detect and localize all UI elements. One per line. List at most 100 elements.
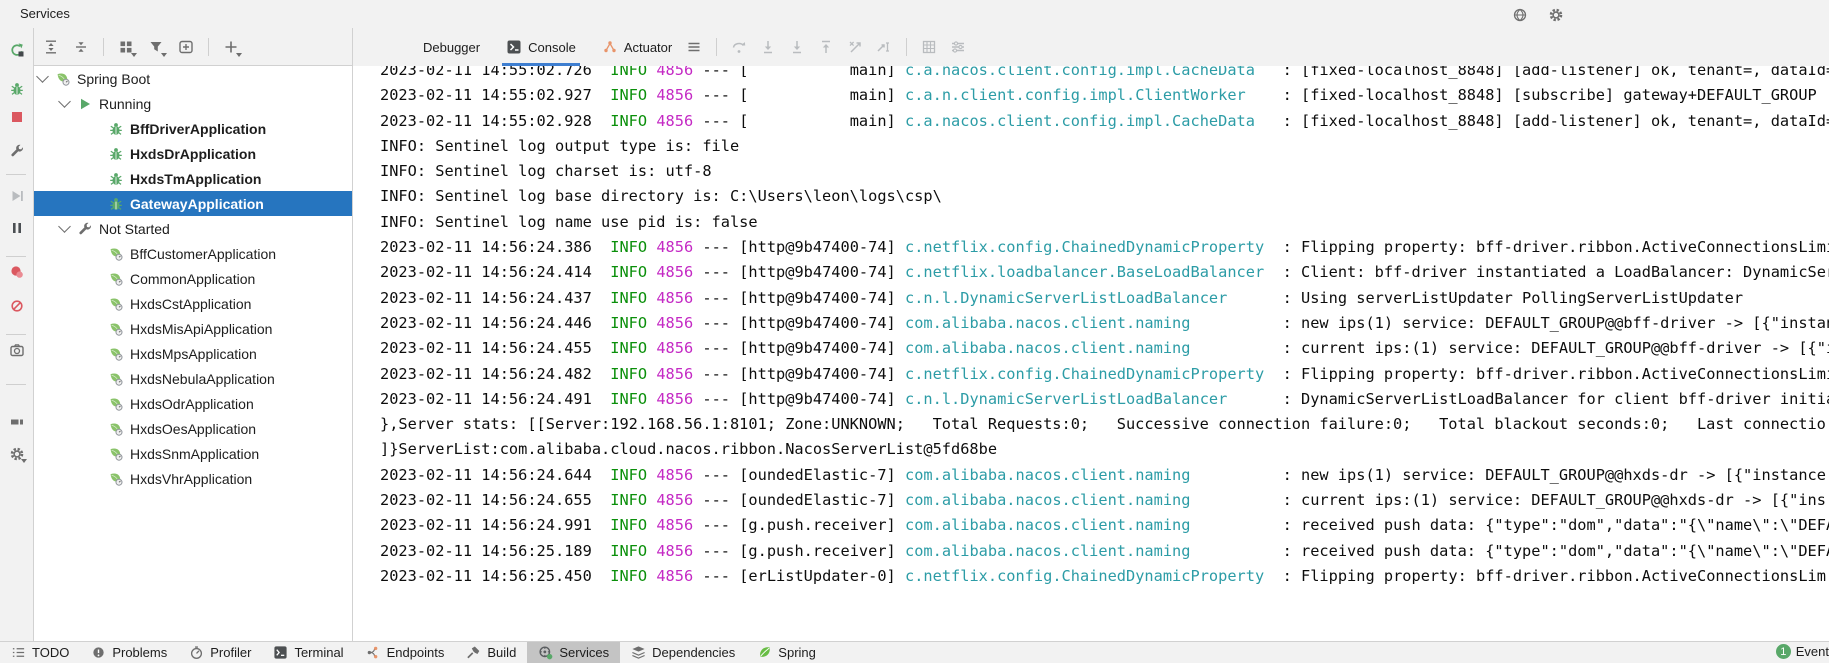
chevron-down-icon[interactable] [36,70,49,83]
spring-boot-icon [108,371,124,387]
rerun-button[interactable] [7,40,27,60]
tree-item-HxdsSnmApplication[interactable]: HxdsSnmApplication [34,441,352,466]
tree-item-label: CommonApplication [130,270,256,287]
evaluate-expression-button[interactable] [918,36,940,58]
event-log-button[interactable]: 1 Event [1770,641,1829,662]
spring-boot-icon [108,296,124,312]
tree-node-spring-boot[interactable]: Spring Boot [34,66,352,91]
dropdown-arrow-icon [21,459,27,463]
toolwindow-tab-label: Dependencies [652,645,736,660]
wrench-icon [9,143,25,159]
bp-icon [9,264,25,280]
panel-splitter[interactable] [352,28,353,641]
toolwindow-tab-spring[interactable]: Spring [746,642,827,663]
toolwindow-bar: TODO Problems Profiler Terminal Endpoints Bui… [0,641,1829,663]
force-step-into-button[interactable] [786,36,808,58]
group-by-button[interactable] [115,36,137,58]
add-service-button[interactable] [175,36,197,58]
sliders-icon [950,39,966,55]
mute-breakpoints-button[interactable] [7,296,27,316]
restore-layout-button[interactable] [7,412,27,432]
toolwindow-tab-endpoints[interactable]: Endpoints [355,642,456,663]
expand-all-button[interactable] [40,36,62,58]
tree-item-label: HxdsOesApplication [130,420,257,437]
event-label: Event [1795,644,1829,659]
console-icon [506,39,522,55]
toolbar-separator [103,38,104,56]
menu-icon [686,39,702,55]
step-out-button[interactable] [815,36,837,58]
tree-item-label: HxdsDrApplication [130,145,257,162]
stop-button[interactable] [7,107,27,127]
settings-gear-icon[interactable] [1545,4,1567,26]
tree-item-HxdsVhrApplication[interactable]: HxdsVhrApplication [34,466,352,491]
tree-item-BffDriverApplication[interactable]: BffDriverApplication [34,116,352,141]
console-log-area[interactable]: 2023-02-11 14:55:02.726 INFO 4856 --- [ … [353,66,1829,641]
tab-debugger[interactable]: Debugger [413,29,490,66]
chevron-down-icon[interactable] [58,220,71,233]
tree-item-label: HxdsSnmApplication [130,445,260,462]
tree-item-label: Running [99,95,152,112]
tree-item-HxdsMisApiApplication[interactable]: HxdsMisApiApplication [34,316,352,341]
toolbar-separator [6,256,26,257]
drop-frame-button[interactable] [844,36,866,58]
tree-item-HxdsCstApplication[interactable]: HxdsCstApplication [34,291,352,316]
toolwindow-tab-terminal[interactable]: Terminal [262,642,354,663]
log-line: ]}ServerList:com.alibaba.cloud.nacos.rib… [380,440,998,459]
toolwindow-tab-services[interactable]: Services [527,642,621,663]
tree-item-HxdsMpsApplication[interactable]: HxdsMpsApplication [34,341,352,366]
collapse-all-button[interactable] [70,36,92,58]
step-over-button[interactable] [728,36,750,58]
globe-icon[interactable] [1509,4,1531,26]
add-button[interactable] [220,36,242,58]
thread-dump-button[interactable] [7,340,27,360]
toolwindow-tab-problems[interactable]: Problems [80,642,178,663]
tree-item-HxdsNebulaApplication[interactable]: HxdsNebulaApplication [34,366,352,391]
log-line: },Server stats: [[Server:192.168.56.1:81… [380,415,1826,434]
tab-console[interactable]: Console [496,29,586,66]
toolwindow-tab-label: TODO [32,645,70,660]
tree-item-label: HxdsCstApplication [130,295,252,312]
filter-button[interactable] [145,36,167,58]
pause-button[interactable] [7,218,27,238]
tree-item-HxdsOesApplication[interactable]: HxdsOesApplication [34,416,352,441]
layout-settings-button[interactable] [947,36,969,58]
event-count-badge: 1 [1775,644,1791,659]
step-into-button[interactable] [757,36,779,58]
tree-item-HxdsDrApplication[interactable]: HxdsDrApplication [34,141,352,166]
edit-configuration-button[interactable] [7,141,27,161]
tree-item-label: HxdsOdrApplication [130,395,254,412]
view-breakpoints-button[interactable] [7,262,27,282]
toolwindow-tab-build[interactable]: Build [455,642,527,663]
tree-item-BffCustomerApplication[interactable]: BffCustomerApplication [34,241,352,266]
toolwindow-tab-todo[interactable]: TODO [0,642,80,663]
settings-button[interactable] [7,444,27,464]
resume-button[interactable] [7,186,27,206]
tree-item-HxdsTmApplication[interactable]: HxdsTmApplication [34,166,352,191]
tree-item-label: HxdsMpsApplication [130,345,257,362]
deps-icon [631,645,646,660]
spring-boot-icon [108,321,124,337]
tree-item-HxdsOdrApplication[interactable]: HxdsOdrApplication [34,391,352,416]
services-tree: Spring Boot Running BffDriverApplication Hx… [34,66,352,641]
tree-item-label: HxdsVhrApplication [130,470,253,487]
tree-item-label: Not Started [99,220,170,237]
upbar-icon [818,39,834,55]
toolwindow-tab-label: Profiler [210,645,252,660]
toolwindow-tab-dependencies[interactable]: Dependencies [620,642,746,663]
tree-item-CommonApplication[interactable]: CommonApplication [34,266,352,291]
rerun-debug-button[interactable] [7,79,27,99]
tree-node-running[interactable]: Running [34,91,352,116]
spring-boot-icon [108,246,124,262]
tab-actuator[interactable]: Actuator [592,29,682,66]
toolwindow-tab-label: Services [559,645,610,660]
tree-item-GatewayApplication[interactable]: GatewayApplication [34,191,352,216]
chevron-down-icon[interactable] [58,95,71,108]
not-started-wrench-icon [77,221,93,237]
toolwindow-tab-label: Terminal [294,645,344,660]
run-to-cursor-button[interactable] [873,36,895,58]
console-menu-button[interactable] [683,36,705,58]
toolwindow-tab-profiler[interactable]: Profiler [178,642,262,663]
tree-node-not-started[interactable]: Not Started [34,216,352,241]
tab-label: Actuator [623,39,673,55]
